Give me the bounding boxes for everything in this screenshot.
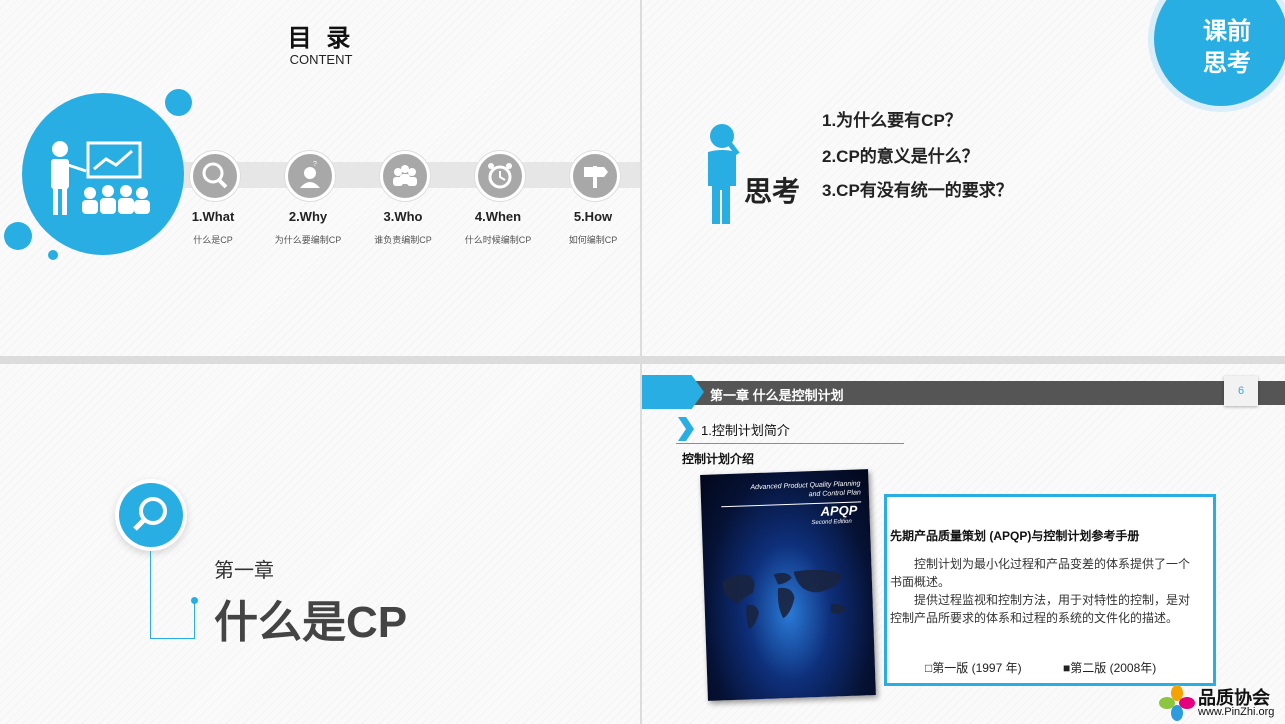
pre-class-badge-text: 课前 思考 (1203, 18, 1251, 77)
page-number: 6 (1224, 376, 1258, 406)
item-who-sub: 谁负责编制CP (374, 235, 432, 245)
item-what-sub: 什么是CP (193, 235, 233, 245)
signpost-icon[interactable] (570, 151, 620, 201)
description-panel: 先期产品质量策划 (APQP)与控制计划参考手册 控制计划为最小化过程和产品变差… (884, 494, 1216, 686)
apqp-book-cover: Advanced Product Quality Planning and Co… (700, 469, 876, 701)
connector-line (194, 601, 195, 639)
item-why-label[interactable]: 2.Why (263, 209, 353, 224)
search-icon (119, 483, 183, 547)
edition-second: ■第二版 (2008年) (1063, 661, 1157, 675)
item-how-sub: 如何编制CP (568, 235, 618, 245)
edition-first: □第一版 (1997 年) (925, 661, 1022, 675)
chapter-header: 第一章 什么是控制计划 (710, 388, 844, 403)
slide-contents[interactable]: 目 录 CONTENT 1.What 什么是CP ? 2.Why 为什么要编制C… (0, 0, 640, 356)
subsection-title: 控制计划介绍 (682, 452, 755, 466)
connector-line (150, 638, 194, 639)
thinking-person-icon[interactable]: ? (285, 151, 335, 201)
item-why-sub: 为什么要编制CP (274, 235, 342, 245)
item-what-label[interactable]: 1.What (168, 209, 258, 224)
magnifier-icon[interactable] (190, 151, 240, 201)
chapter-label: 第一章 (214, 560, 274, 582)
question-1: 1.为什么要有CP？ (822, 111, 962, 130)
item-who-label[interactable]: 3.Who (358, 209, 448, 224)
panel-paragraph-1: 控制计划为最小化过程和产品变差的体系提供了一个书面概述。 (890, 557, 1191, 589)
slide-pre-class-thinking[interactable]: 课前 思考 思考 1.为什么要有CP？ 2.CP的意义是什么？ 3.CP有没有统… (642, 0, 1285, 356)
book-subtitle: Advanced Product Quality Planning and Co… (750, 480, 861, 499)
section-title: 1.控制计划简介 (701, 423, 790, 438)
section-chevron-icon (678, 417, 694, 441)
item-when-label[interactable]: 4.When (453, 209, 543, 224)
item-when-sub: 什么时候编制CP (464, 235, 532, 245)
presentation-icon (22, 93, 184, 255)
chapter-title: 什么是CP (214, 598, 408, 647)
item-how-label[interactable]: 5.How (548, 209, 638, 224)
world-map-icon (721, 569, 847, 630)
think-label: 思考 (744, 176, 801, 207)
slide-chapter-one[interactable]: 第一章 什么是CP (0, 364, 640, 724)
svg-text:?: ? (313, 161, 317, 168)
question-2: 2.CP的意义是什么？ (822, 147, 979, 166)
group-icon[interactable] (380, 151, 430, 201)
panel-paragraph-2: 提供过程监视和控制方法，用于对特性的控制，是对控制产品所要求的体系和过程的系统的… (890, 593, 1191, 625)
contents-title: 目 录 (287, 25, 355, 52)
connector-dot (191, 597, 198, 604)
header-arrow (642, 375, 704, 409)
question-3: 3.CP有没有统一的要求？ (822, 181, 1013, 200)
alarm-clock-icon[interactable] (475, 151, 525, 201)
contents-subtitle: CONTENT (289, 52, 353, 67)
connector-line (150, 551, 151, 639)
watermark-url[interactable]: www.PinZhi.org (1198, 706, 1274, 718)
section-underline (676, 443, 904, 444)
slide-control-plan-intro[interactable]: 第一章 什么是控制计划 6 1.控制计划简介 控制计划介绍 Advanced P… (642, 364, 1285, 724)
thinking-person-icon (700, 122, 744, 231)
pinzhi-logo-icon (1158, 684, 1196, 724)
panel-title: 先期产品质量策划 (APQP)与控制计划参考手册 (890, 529, 1140, 543)
